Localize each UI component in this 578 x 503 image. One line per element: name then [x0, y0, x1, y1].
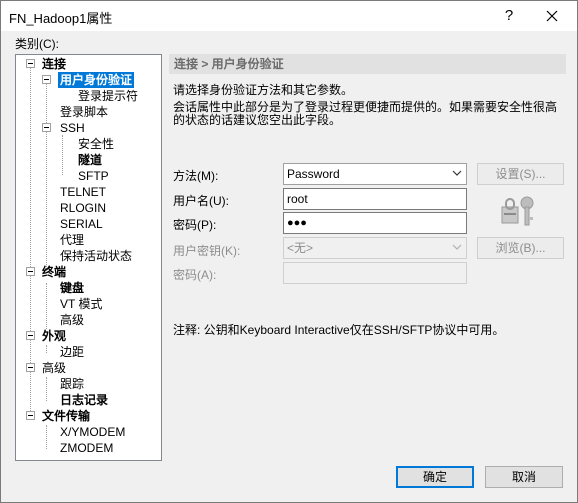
tree-item[interactable]: 外观	[42, 328, 66, 344]
chevron-down-icon	[452, 244, 462, 250]
collapse-icon[interactable]	[42, 123, 51, 132]
properties-dialog: FN_Hadoop1属性 ? 类别(C): 连接 用户身份验证 登录提示符 登录…	[0, 0, 578, 503]
note-text: 注释: 公钥和Keyboard Interactive仅在SSH/SFTP协议中…	[173, 323, 505, 337]
collapse-icon[interactable]	[26, 331, 35, 340]
tree-line	[46, 283, 47, 329]
tree-item[interactable]: 隧道	[78, 152, 102, 168]
tree-item[interactable]: 连接	[42, 56, 66, 72]
title-bar: FN_Hadoop1属性 ?	[1, 1, 577, 31]
help-button[interactable]: ?	[497, 1, 521, 31]
tree-item[interactable]: 跟踪	[60, 376, 84, 392]
tree-line	[62, 135, 63, 175]
tree-item[interactable]: 登录脚本	[60, 104, 108, 120]
tree-item[interactable]: 键盘	[60, 280, 84, 296]
tree-item[interactable]: TELNET	[60, 184, 106, 200]
section-header: 连接 > 用户身份验证	[169, 54, 566, 74]
tree-item[interactable]: RLOGIN	[60, 200, 106, 216]
browse-button[interactable]: 浏览(B)...	[477, 237, 564, 259]
tree-item[interactable]: 安全性	[78, 136, 114, 152]
ok-button[interactable]: 确定	[396, 466, 474, 488]
description-line: 请选择身份验证方法和其它参数。	[173, 83, 354, 97]
method-value: Password	[287, 167, 340, 181]
cancel-button[interactable]: 取消	[485, 466, 563, 488]
tree-item[interactable]: 终端	[42, 264, 66, 280]
tree-item[interactable]: X/YMODEM	[60, 424, 125, 440]
user-key-value: <无>	[287, 241, 314, 255]
tree-item[interactable]: 边距	[60, 344, 84, 360]
tree-item[interactable]: 文件传输	[42, 408, 90, 424]
tree-line	[46, 345, 47, 353]
tree-item-selected[interactable]: 用户身份验证	[58, 72, 135, 88]
tree-item[interactable]: 登录提示符	[78, 88, 138, 104]
tree-item[interactable]: ZMODEM	[60, 440, 113, 456]
tree-line	[46, 377, 47, 401]
close-icon[interactable]	[534, 1, 570, 31]
collapse-icon[interactable]	[26, 363, 35, 372]
description-line: 的状态的话建议您空出此字段。	[173, 113, 342, 127]
tree-line	[46, 425, 47, 449]
user-key-label: 用户密钥(K):	[173, 244, 241, 258]
username-label: 用户名(U):	[173, 194, 229, 208]
passphrase-label: 密码(A):	[173, 268, 217, 282]
user-key-select[interactable]: <无>	[283, 237, 467, 259]
tree-item[interactable]: 保持活动状态	[60, 248, 132, 264]
user-key-icon	[501, 196, 534, 226]
tree-item[interactable]: 高级	[60, 312, 84, 328]
tree-item[interactable]: SFTP	[78, 168, 109, 184]
tree-item[interactable]: VT 模式	[60, 296, 102, 312]
category-tree[interactable]: 连接 用户身份验证 登录提示符 登录脚本 SSH 安全性 隧道 SFTP TEL…	[15, 54, 162, 461]
collapse-icon[interactable]	[26, 411, 35, 420]
window-title: FN_Hadoop1属性	[9, 11, 113, 26]
chevron-down-icon	[452, 170, 462, 176]
tree-item[interactable]: 代理	[60, 232, 84, 248]
tree-item[interactable]: SERIAL	[60, 216, 103, 232]
collapse-icon[interactable]	[42, 75, 51, 84]
tree-line	[46, 81, 47, 271]
password-input[interactable]: ●●●	[283, 212, 467, 234]
tree-item[interactable]: SSH	[60, 120, 85, 136]
method-select[interactable]: Password	[283, 163, 467, 185]
tree-item[interactable]: 高级	[42, 360, 66, 376]
password-label: 密码(P):	[173, 218, 217, 232]
collapse-icon[interactable]	[26, 267, 35, 276]
settings-button[interactable]: 设置(S)...	[477, 163, 564, 185]
username-input[interactable]: root	[283, 188, 467, 210]
tree-item[interactable]: 日志记录	[60, 392, 108, 408]
category-label: 类别(C):	[15, 37, 59, 51]
collapse-icon[interactable]	[26, 59, 35, 68]
passphrase-input[interactable]	[283, 262, 467, 284]
method-label: 方法(M):	[173, 169, 219, 183]
